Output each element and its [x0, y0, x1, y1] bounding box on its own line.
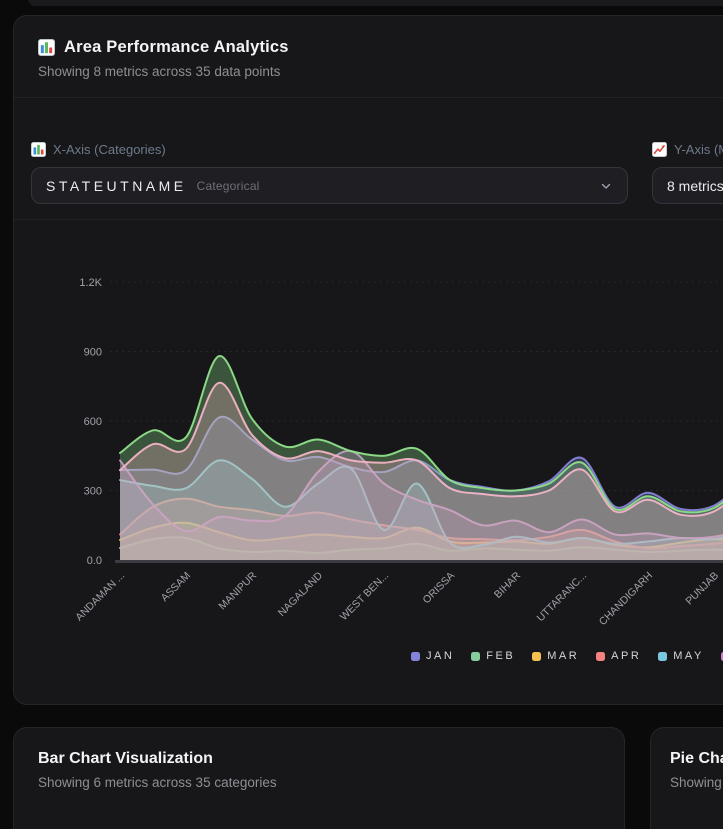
- legend-swatch-icon: [411, 652, 420, 661]
- pie-card-title: Pie Cha: [670, 750, 723, 768]
- svg-text:BIHAR: BIHAR: [492, 569, 523, 600]
- svg-text:UTTARANC...: UTTARANC...: [535, 570, 590, 625]
- bar-chart-card: Bar Chart Visualization Showing 6 metric…: [13, 727, 625, 829]
- collapsed-panel-edge: [28, 0, 723, 6]
- chart-legend: JANFEBMARAPRMAYJUNJULAUG: [411, 650, 723, 662]
- svg-text:PUNJAB: PUNJAB: [683, 570, 721, 608]
- svg-text:ASSAM: ASSAM: [159, 570, 193, 604]
- legend-item: MAY: [658, 650, 704, 662]
- svg-text:600: 600: [84, 416, 102, 428]
- area-chart-region[interactable]: 0.0 300 600 900 1.2K ANDAMAN ... ASSAM MANIPUR N…: [14, 220, 723, 690]
- legend-label: MAR: [547, 650, 579, 662]
- y-axis-label: Y-Axis (M: [674, 142, 723, 157]
- svg-text:WEST BEN...: WEST BEN...: [338, 570, 391, 623]
- legend-item: APR: [596, 650, 641, 662]
- svg-text:300: 300: [84, 486, 102, 498]
- x-axis-select[interactable]: STATEUTNAME Categorical: [31, 167, 628, 204]
- legend-label: APR: [611, 650, 641, 662]
- legend-swatch-icon: [658, 652, 667, 661]
- bar-chart-emoji-icon: [38, 39, 55, 56]
- bar-card-title: Bar Chart Visualization: [38, 750, 600, 768]
- legend-item: FEB: [471, 650, 515, 662]
- svg-text:ANDAMAN ...: ANDAMAN ...: [73, 570, 127, 624]
- area-chart[interactable]: 0.0 300 600 900 1.2K ANDAMAN ... ASSAM MANIPUR N…: [14, 230, 723, 650]
- bar-card-subtitle: Showing 6 metrics across 35 categories: [38, 775, 600, 790]
- page-subtitle: Showing 8 metrics across 35 data points: [38, 64, 723, 79]
- svg-text:ORISSA: ORISSA: [421, 570, 458, 607]
- svg-text:0.0: 0.0: [87, 555, 102, 567]
- chart-increasing-emoji-icon: [652, 142, 667, 157]
- x-axis-control: X-Axis (Categories) STATEUTNAME Categori…: [31, 142, 628, 204]
- legend-item: JAN: [411, 650, 454, 662]
- legend-label: MAY: [673, 650, 704, 662]
- svg-text:NAGALAND: NAGALAND: [276, 569, 326, 619]
- legend-item: MAR: [532, 650, 579, 662]
- legend-swatch-icon: [471, 652, 480, 661]
- x-axis-label: X-Axis (Categories): [53, 142, 166, 157]
- pie-chart-card: Pie Cha Showing: [650, 727, 723, 829]
- bar-chart-emoji-icon: [31, 142, 46, 157]
- svg-text:900: 900: [84, 347, 102, 359]
- chevron-down-icon: [599, 179, 613, 193]
- x-axis-selected-value: STATEUTNAME: [46, 178, 187, 194]
- svg-text:CHANDIGARH: CHANDIGARH: [597, 570, 655, 628]
- card-header: Area Performance Analytics Showing 8 met…: [14, 16, 723, 98]
- svg-text:1.2K: 1.2K: [79, 277, 102, 289]
- legend-label: JAN: [426, 650, 454, 662]
- y-axis-control: Y-Axis (M 8 metrics: [652, 142, 723, 204]
- legend-swatch-icon: [596, 652, 605, 661]
- page-title: Area Performance Analytics: [64, 38, 289, 57]
- svg-text:MANIPUR: MANIPUR: [216, 569, 259, 612]
- axis-controls: X-Axis (Categories) STATEUTNAME Categori…: [14, 98, 723, 220]
- pie-card-subtitle: Showing: [670, 775, 723, 790]
- x-axis-type-badge: Categorical: [197, 179, 260, 193]
- y-axis-metrics-button[interactable]: 8 metrics: [652, 167, 723, 204]
- y-axis-selected-value: 8 metrics: [667, 178, 723, 194]
- legend-swatch-icon: [532, 652, 541, 661]
- legend-label: FEB: [486, 650, 515, 662]
- area-analytics-card: Area Performance Analytics Showing 8 met…: [13, 15, 723, 705]
